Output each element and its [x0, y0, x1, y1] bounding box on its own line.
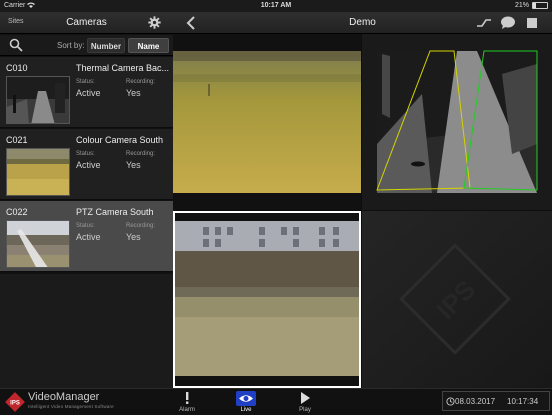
camera-code: C022	[6, 207, 28, 217]
camera-list-item[interactable]: C021 Colour Camera South Status: Active …	[0, 129, 173, 200]
tab-play[interactable]: Play	[285, 389, 325, 415]
tab-label: Play	[299, 407, 311, 413]
exclamation-icon	[186, 392, 189, 404]
video-tile-grass-field[interactable]	[173, 34, 361, 210]
ips-watermark-icon: IPS	[362, 211, 552, 388]
camera-name: PTZ Camera South	[76, 207, 154, 217]
status-value: Active	[76, 88, 101, 98]
sort-name-button[interactable]: Name	[128, 38, 169, 53]
sort-by-label: Sort by:	[57, 41, 85, 50]
brand-name: VideoManager	[28, 391, 100, 403]
tab-alarm[interactable]: Alarm	[167, 389, 207, 415]
video-tile-building-field-selected[interactable]	[173, 211, 361, 388]
search-icon[interactable]	[9, 38, 23, 52]
bottom-toolbar: IPS VideoManager Intelligent Video Manag…	[0, 388, 552, 414]
status-label: Status:	[76, 151, 95, 157]
camera-code: C021	[6, 135, 28, 145]
camera-thumbnail	[6, 220, 70, 268]
recording-value: Yes	[126, 232, 141, 242]
video-grid: IPS	[173, 34, 552, 388]
tab-label: Live	[240, 407, 252, 413]
status-label: Status:	[76, 79, 95, 85]
time-label: 10:17:34	[507, 397, 539, 406]
camera-code: C010	[6, 63, 28, 73]
recording-value: Yes	[126, 160, 141, 170]
link-icon[interactable]	[476, 16, 492, 30]
status-label: Status:	[76, 223, 95, 229]
camera-name: Colour Camera South	[76, 135, 164, 145]
recording-label: Recording:	[126, 223, 156, 229]
sort-number-button[interactable]: Number	[87, 38, 125, 53]
recording-label: Recording:	[126, 79, 156, 85]
view-title: Demo	[349, 17, 376, 28]
camera-thumbnail	[6, 148, 70, 196]
tab-live[interactable]: Live	[226, 389, 266, 415]
gear-icon[interactable]	[148, 16, 161, 29]
tab-label: Alarm	[179, 407, 195, 413]
view-header: Demo	[173, 12, 552, 34]
camera-list-item[interactable]: C010 Thermal Camera Bac... Status: Activ…	[0, 57, 173, 128]
ips-logo-icon: IPS	[5, 392, 25, 412]
battery-percent: 21%	[514, 2, 529, 9]
stop-square-icon[interactable]	[525, 16, 539, 30]
status-value: Active	[76, 160, 101, 170]
status-value: Active	[76, 232, 101, 242]
recording-value: Yes	[126, 88, 141, 98]
status-bar: Carrier 10:17 AM 21%	[0, 0, 552, 12]
camera-name: Thermal Camera Bac...	[76, 63, 170, 73]
camera-list-empty-area	[0, 274, 173, 388]
date-label: 08.03.2017	[455, 397, 496, 406]
svg-text:IPS: IPS	[10, 401, 20, 407]
play-icon	[301, 392, 310, 404]
battery-icon	[532, 2, 548, 9]
cameras-header: Sites Cameras	[0, 12, 173, 34]
chat-bubble-icon[interactable]	[500, 16, 516, 30]
camera-list-item-selected[interactable]: C022 PTZ Camera South Status: Active Rec…	[0, 201, 173, 272]
camera-thumbnail	[6, 76, 70, 124]
datetime-display[interactable]: 08.03.2017 10:17:34	[442, 391, 550, 411]
sort-bar: Sort by: Number Name	[0, 35, 173, 56]
eye-icon	[236, 391, 256, 406]
video-tile-thermal-path[interactable]	[362, 34, 552, 210]
clock-icon	[446, 397, 455, 406]
recording-label: Recording:	[126, 151, 156, 157]
battery-indicator: 21%	[515, 2, 548, 9]
video-tile-empty[interactable]: IPS	[362, 211, 552, 388]
status-time: 10:17 AM	[260, 2, 292, 9]
brand-tagline: Intelligent Video Management Software	[28, 404, 114, 409]
